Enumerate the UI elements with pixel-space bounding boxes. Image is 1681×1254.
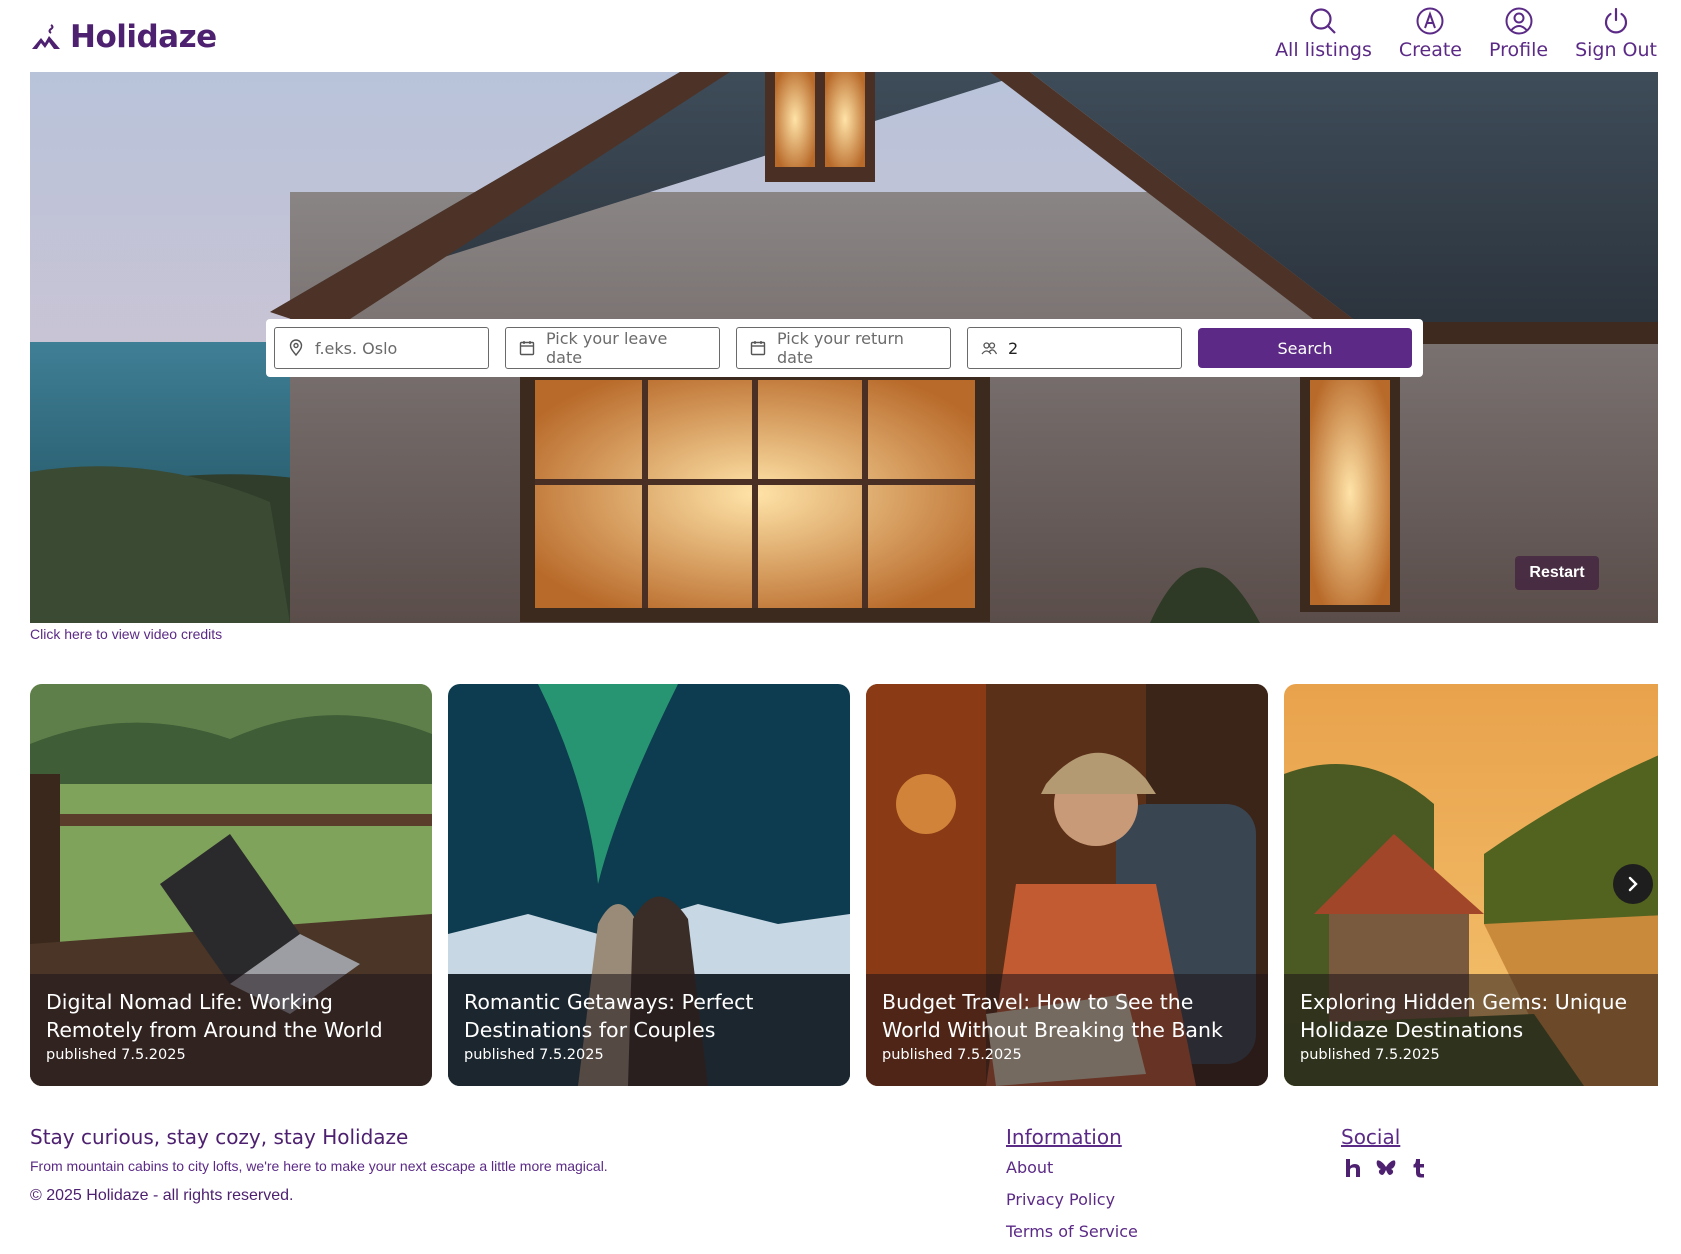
return-date-placeholder: Pick your return date — [777, 329, 904, 367]
footer-tagline: From mountain cabins to city lofts, we'r… — [30, 1158, 608, 1174]
nav-create-label: Create — [1398, 39, 1462, 61]
about-link[interactable]: About — [1006, 1158, 1138, 1177]
article-card-romantic-getaways[interactable]: Romantic Getaways: Perfect Destinations … — [448, 684, 850, 1086]
bluesky-icon[interactable] — [1374, 1156, 1398, 1180]
holidaze-h-icon[interactable] — [1341, 1156, 1365, 1180]
nav-all-listings[interactable]: All listings — [1275, 6, 1372, 66]
article-card-hidden-gems[interactable]: Exploring Hidden Gems: Unique Holidaze D… — [1284, 684, 1658, 1086]
card-caption: Exploring Hidden Gems: Unique Holidaze D… — [1284, 974, 1658, 1086]
leave-date-placeholder: Pick your leave date — [546, 329, 668, 367]
card-title: Exploring Hidden Gems: Unique Holidaze D… — [1300, 990, 1628, 1042]
users-icon — [981, 342, 998, 355]
card-title: Digital Nomad Life: Working Remotely fro… — [46, 990, 383, 1042]
carousel-next-button[interactable] — [1613, 864, 1653, 904]
power-icon — [1604, 7, 1628, 34]
article-card-digital-nomad[interactable]: Digital Nomad Life: Working Remotely fro… — [30, 684, 432, 1086]
nav-profile-label: Profile — [1488, 39, 1549, 61]
location-pin-icon — [289, 339, 303, 357]
chevron-right-icon — [1628, 876, 1638, 892]
logo-link[interactable]: Holidaze — [30, 17, 217, 57]
return-date-field[interactable]: Pick your return date — [736, 327, 951, 369]
calendar-icon — [750, 341, 766, 356]
article-carousel: Digital Nomad Life: Working Remotely fro… — [30, 684, 1658, 1086]
search-button[interactable]: Search — [1198, 328, 1412, 368]
card-date: published 7.5.2025 — [882, 1047, 1022, 1063]
card-caption: Budget Travel: How to See the World With… — [866, 974, 1268, 1086]
card-date: published 7.5.2025 — [46, 1047, 186, 1063]
card-date: published 7.5.2025 — [1300, 1047, 1440, 1063]
card-caption: Romantic Getaways: Perfect Destinations … — [448, 974, 850, 1086]
social-icons — [1341, 1156, 1431, 1180]
main-nav: All listings Create Profile Sign Out — [1275, 6, 1657, 66]
footer-social: Social — [1341, 1125, 1431, 1180]
information-heading: Information — [1006, 1125, 1122, 1149]
footer-copyright: © 2025 Holidaze - all rights reserved. — [30, 1187, 294, 1204]
restart-video-button[interactable]: Restart — [1515, 556, 1599, 590]
card-title: Romantic Getaways: Perfect Destinations … — [464, 990, 754, 1042]
guests-field[interactable]: 2 — [967, 327, 1182, 369]
video-credits-link[interactable]: Click here to view video credits — [30, 626, 222, 642]
site-header: Holidaze All listings Create Profile Sig… — [0, 0, 1681, 72]
location-field[interactable]: f.eks. Oslo — [274, 327, 489, 369]
profile-icon — [1505, 7, 1533, 35]
calendar-icon — [519, 341, 535, 356]
leave-date-field[interactable]: Pick your leave date — [505, 327, 720, 369]
nav-sign-out[interactable]: Sign Out — [1575, 6, 1657, 66]
footer-information: Information About Privacy Policy Terms o… — [1006, 1125, 1138, 1254]
card-title: Budget Travel: How to See the World With… — [882, 990, 1223, 1042]
create-icon — [1416, 7, 1444, 35]
nav-all-listings-label: All listings — [1275, 39, 1372, 61]
privacy-policy-link[interactable]: Privacy Policy — [1006, 1190, 1138, 1209]
search-bar: f.eks. Oslo Pick your leave date Pick yo… — [266, 319, 1423, 377]
nav-sign-out-label: Sign Out — [1575, 39, 1657, 61]
hero-video: f.eks. Oslo Pick your leave date Pick yo… — [30, 72, 1658, 623]
article-card-budget-travel[interactable]: Budget Travel: How to See the World With… — [866, 684, 1268, 1086]
terms-of-service-link[interactable]: Terms of Service — [1006, 1222, 1138, 1241]
nav-create[interactable]: Create — [1399, 6, 1462, 66]
location-placeholder: f.eks. Oslo — [315, 338, 398, 358]
search-icon — [1310, 8, 1337, 34]
brand-name: Holidaze — [70, 19, 217, 55]
guests-value: 2 — [1008, 338, 1019, 358]
footer-title: Stay curious, stay cozy, stay Holidaze — [30, 1125, 409, 1149]
nav-profile[interactable]: Profile — [1489, 6, 1548, 66]
card-caption: Digital Nomad Life: Working Remotely fro… — [30, 974, 432, 1086]
social-heading: Social — [1341, 1125, 1401, 1149]
tumblr-icon[interactable] — [1407, 1156, 1431, 1180]
card-date: published 7.5.2025 — [464, 1047, 604, 1063]
logo-icon — [32, 24, 60, 49]
